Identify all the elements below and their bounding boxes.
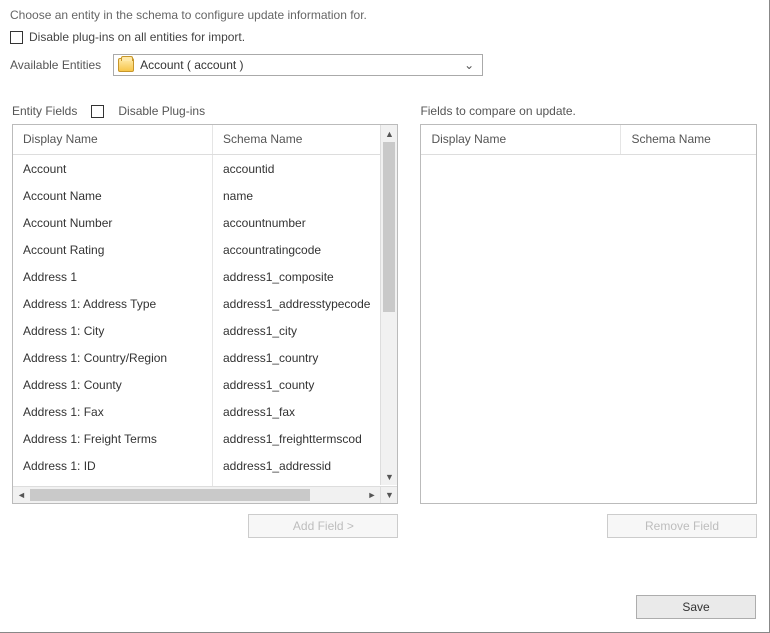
table-row[interactable]: Address 1address1_composite: [13, 263, 380, 290]
cell-schema-name: address1_addressid: [213, 452, 380, 479]
instruction-text: Choose an entity in the schema to config…: [10, 8, 759, 22]
disable-all-plugins-label: Disable plug-ins on all entities for imp…: [29, 30, 245, 44]
compare-fields-title: Fields to compare on update.: [420, 104, 575, 118]
cell-display-name: Address 1: Country/Region: [13, 344, 213, 371]
cell-display-name: Address 1: Freight Terms: [13, 425, 213, 452]
cell-schema-name: accountid: [213, 155, 380, 182]
disable-plugins-checkbox[interactable]: [91, 105, 104, 118]
cell-schema-name: address1_latitude: [213, 479, 380, 486]
table-row[interactable]: Account Namename: [13, 182, 380, 209]
cell-display-name: Address 1: Fax: [13, 398, 213, 425]
cell-schema-name: address1_country: [213, 344, 380, 371]
cell-display-name: Account: [13, 155, 213, 182]
vertical-scrollbar[interactable]: ▲ ▼: [380, 125, 397, 485]
cell-display-name: Address 1: County: [13, 371, 213, 398]
cell-display-name: Account Number: [13, 209, 213, 236]
cell-schema-name: name: [213, 182, 380, 209]
cell-schema-name: address1_city: [213, 317, 380, 344]
cell-schema-name: address1_composite: [213, 263, 380, 290]
col-display-name[interactable]: Display Name: [13, 125, 213, 154]
table-row[interactable]: Address 1: Country/Regionaddress1_countr…: [13, 344, 380, 371]
save-button[interactable]: Save: [636, 595, 756, 619]
cell-display-name: Address 1: ID: [13, 452, 213, 479]
scroll-thumb-h[interactable]: [30, 489, 310, 501]
table-row[interactable]: Address 1: Freight Termsaddress1_freight…: [13, 425, 380, 452]
scroll-left-icon[interactable]: ◄: [13, 487, 30, 503]
cell-schema-name: accountratingcode: [213, 236, 380, 263]
col-display-name-r[interactable]: Display Name: [421, 125, 621, 154]
scroll-down-icon[interactable]: ▼: [381, 468, 397, 485]
table-row[interactable]: Address 1: Countyaddress1_county: [13, 371, 380, 398]
cell-display-name: Address 1: [13, 263, 213, 290]
table-row[interactable]: Address 1: Faxaddress1_fax: [13, 398, 380, 425]
col-schema-name-r[interactable]: Schema Name: [621, 125, 756, 154]
cell-schema-name: accountnumber: [213, 209, 380, 236]
entity-select[interactable]: Account ( account ) ⌄: [113, 54, 483, 76]
entity-select-value: Account ( account ): [140, 58, 454, 72]
entity-fields-list[interactable]: Display Name Schema Name Accountaccounti…: [12, 124, 398, 504]
compare-fields-header: Display Name Schema Name: [421, 125, 756, 155]
table-row[interactable]: Accountaccountid: [13, 155, 380, 182]
table-row[interactable]: Address 1: Address Typeaddress1_addresst…: [13, 290, 380, 317]
cell-display-name: Address 1: Address Type: [13, 290, 213, 317]
cell-display-name: Account Name: [13, 182, 213, 209]
col-schema-name[interactable]: Schema Name: [213, 125, 380, 154]
add-field-button[interactable]: Add Field >: [248, 514, 398, 538]
disable-plugins-label: Disable Plug-ins: [118, 104, 205, 118]
available-entities-label: Available Entities: [10, 58, 101, 72]
scroll-right-icon[interactable]: ►: [363, 487, 380, 503]
cell-schema-name: address1_freighttermscod: [213, 425, 380, 452]
scroll-up-icon[interactable]: ▲: [381, 125, 397, 142]
entity-fields-header: Display Name Schema Name: [13, 125, 380, 155]
entity-fields-title: Entity Fields: [12, 104, 77, 118]
table-row[interactable]: Address 1: Latitudeaddress1_latitude: [13, 479, 380, 486]
cell-display-name: Address 1: Latitude: [13, 479, 213, 486]
chevron-down-icon: ⌄: [460, 58, 478, 72]
table-row[interactable]: Account Numberaccountnumber: [13, 209, 380, 236]
table-row[interactable]: Address 1: Cityaddress1_city: [13, 317, 380, 344]
table-row[interactable]: Account Ratingaccountratingcode: [13, 236, 380, 263]
scroll-thumb[interactable]: [383, 142, 395, 312]
table-row[interactable]: Address 1: IDaddress1_addressid: [13, 452, 380, 479]
folder-icon: [118, 58, 134, 72]
scroll-corner-down-icon[interactable]: ▼: [380, 486, 397, 503]
disable-all-plugins-checkbox[interactable]: [10, 31, 23, 44]
remove-field-button[interactable]: Remove Field: [607, 514, 757, 538]
cell-display-name: Address 1: City: [13, 317, 213, 344]
compare-fields-list[interactable]: Display Name Schema Name: [420, 124, 757, 504]
cell-schema-name: address1_addresstypecode: [213, 290, 380, 317]
horizontal-scrollbar[interactable]: ◄ ►: [13, 486, 380, 503]
cell-schema-name: address1_fax: [213, 398, 380, 425]
cell-display-name: Account Rating: [13, 236, 213, 263]
cell-schema-name: address1_county: [213, 371, 380, 398]
